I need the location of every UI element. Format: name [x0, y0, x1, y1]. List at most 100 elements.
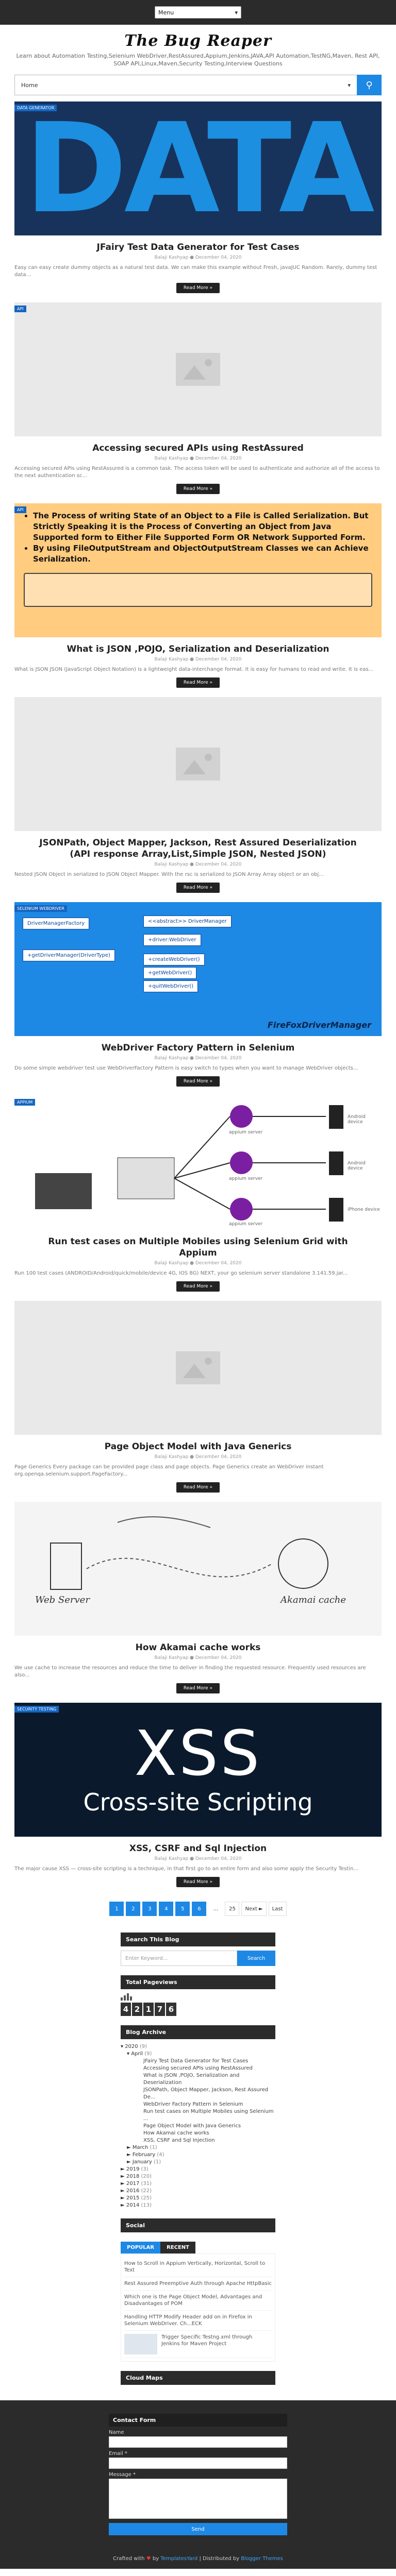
archive-item-label[interactable]: WebDriver Factory Pattern in Selenium [143, 2102, 243, 2107]
post-title[interactable]: Run test cases on Multiple Mobiles using… [35, 1236, 361, 1259]
page-link[interactable]: 6 [192, 1902, 207, 1916]
post-title[interactable]: Accessing secured APIs using RestAssured [35, 443, 361, 454]
site-logo[interactable]: The Bug Reaper [10, 32, 386, 50]
archive-item-label[interactable]: ► March [127, 2145, 148, 2150]
archive-item-label[interactable]: How Akamai cache works [143, 2130, 209, 2136]
archive-item[interactable]: ► 2017 (31) [121, 2180, 275, 2188]
popular-post-item[interactable]: Handling HTTP Modify Header add on in Fi… [124, 2311, 272, 2331]
archive-item-label[interactable]: ► 2017 [121, 2181, 139, 2187]
post-label[interactable]: API [14, 506, 26, 513]
archive-item-label[interactable]: Page Object Model with Java Generics [143, 2123, 241, 2129]
archive-item[interactable]: ► 2019 (3) [121, 2166, 275, 2173]
post-label[interactable]: API [14, 306, 26, 312]
archive-item-label[interactable]: ► 2019 [121, 2166, 139, 2172]
archive-item[interactable]: ► 2016 (22) [121, 2188, 275, 2195]
post-label[interactable]: APPIUM [14, 1099, 36, 1106]
archive-item-label[interactable]: Run test cases on Multiple Mobiles using… [143, 2109, 274, 2122]
popular-post-title[interactable]: How to Scroll in Appium Vertically, Hori… [124, 2260, 272, 2274]
post-thumbnail[interactable]: Web Server Akamai cache [14, 1502, 382, 1636]
search-button[interactable]: Search [237, 1951, 275, 1966]
archive-item-label[interactable]: Accessing secured APIs using RestAssured [143, 2065, 253, 2071]
popular-post-thumbnail[interactable] [124, 2334, 157, 2354]
page-link[interactable]: 4 [159, 1902, 174, 1916]
post-thumbnail[interactable] [14, 697, 382, 831]
post-title[interactable]: WebDriver Factory Pattern in Selenium [35, 1042, 361, 1054]
archive-item[interactable]: ► 2015 (25) [121, 2195, 275, 2202]
post-thumbnail[interactable]: APPIUM appium server appium server appiu… [14, 1096, 382, 1230]
distributor-link[interactable]: Blogger Themes [241, 2556, 283, 2562]
popular-post-title[interactable]: Rest Assured Preemptive Auth through Apa… [124, 2280, 272, 2287]
archive-item[interactable]: Page Object Model with Java Generics [121, 2123, 275, 2130]
tab-recent[interactable]: RECENT [160, 2242, 195, 2253]
archive-item[interactable]: Accessing secured APIs using RestAssured [121, 2065, 275, 2072]
archive-item[interactable]: ▾ April (9) [121, 2050, 275, 2058]
archive-item[interactable]: JSONPath, Object Mapper, Jackson, Rest A… [121, 2087, 275, 2101]
page-link[interactable]: 3 [142, 1902, 157, 1916]
post-title[interactable]: What is JSON ,POJO, Serialization and De… [35, 643, 361, 655]
archive-item[interactable]: Run test cases on Multiple Mobiles using… [121, 2108, 275, 2123]
page-link[interactable]: 1 [109, 1902, 124, 1916]
page-link[interactable]: 25 [225, 1902, 240, 1916]
archive-item-label[interactable]: ► February [127, 2152, 155, 2158]
page-link[interactable]: 2 [126, 1902, 141, 1916]
archive-item[interactable]: ► March (1) [121, 2144, 275, 2151]
post-thumbnail[interactable]: API The Process of writing State of an O… [14, 503, 382, 637]
read-more-button[interactable]: Read More » [176, 1877, 220, 1887]
tab-popular[interactable]: POPULAR [121, 2242, 161, 2253]
popular-post-item[interactable]: How to Scroll in Appium Vertically, Hori… [124, 2257, 272, 2277]
post-thumbnail[interactable]: DATA GENERATOR DATA [14, 101, 382, 235]
post-title[interactable]: How Akamai cache works [35, 1642, 361, 1653]
post-title[interactable]: JFairy Test Data Generator for Test Case… [35, 242, 361, 253]
popular-post-item[interactable]: Trigger Specific Testng.xml through Jenk… [124, 2331, 272, 2358]
archive-item[interactable]: What is JSON ,POJO, Serialization and De… [121, 2072, 275, 2087]
post-label[interactable]: DATA GENERATOR [14, 105, 57, 111]
send-button[interactable]: Send [109, 2523, 287, 2535]
archive-item-label[interactable]: ► 2014 [121, 2202, 139, 2208]
post-title[interactable]: JSONPath, Object Mapper, Jackson, Rest A… [35, 837, 361, 860]
post-title[interactable]: Page Object Model with Java Generics [35, 1441, 361, 1452]
post-thumbnail[interactable] [14, 1301, 382, 1435]
archive-item-label[interactable]: ▾ April [127, 2051, 143, 2057]
popular-post-title[interactable]: Which one is the Page Object Model, Adva… [124, 2294, 272, 2307]
author-link[interactable]: TemplatesYard [160, 2556, 197, 2562]
popular-post-title[interactable]: Trigger Specific Testng.xml through Jenk… [161, 2334, 272, 2354]
archive-item-label[interactable]: ► 2016 [121, 2188, 139, 2194]
read-more-button[interactable]: Read More » [176, 283, 220, 293]
archive-item-label[interactable]: JSONPath, Object Mapper, Jackson, Rest A… [143, 2087, 268, 2100]
read-more-button[interactable]: Read More » [176, 1683, 220, 1693]
popular-post-item[interactable]: Rest Assured Preemptive Auth through Apa… [124, 2277, 272, 2291]
archive-item[interactable]: WebDriver Factory Pattern in Selenium [121, 2101, 275, 2108]
post-thumbnail[interactable]: SECURITY TESTING XSS Cross-site Scriptin… [14, 1703, 382, 1837]
post-thumbnail[interactable]: SELENIUM WEBDRIVER DriverManagerFactory … [14, 902, 382, 1036]
archive-item-label[interactable]: ► 2018 [121, 2174, 139, 2179]
post-label[interactable]: SELENIUM WEBDRIVER [14, 905, 67, 912]
name-field[interactable] [109, 2436, 287, 2448]
archive-item-label[interactable]: ► January [127, 2159, 152, 2165]
post-title[interactable]: XSS, CSRF and Sql Injection [35, 1843, 361, 1854]
email-field[interactable] [109, 2458, 287, 2469]
archive-item[interactable]: JFairy Test Data Generator for Test Case… [121, 2058, 275, 2065]
read-more-button[interactable]: Read More » [176, 677, 220, 688]
archive-item[interactable]: ► 2018 (20) [121, 2173, 275, 2180]
read-more-button[interactable]: Read More » [176, 883, 220, 893]
nav-select[interactable]: Home ▾ [14, 75, 357, 95]
archive-item[interactable]: ► 2014 (13) [121, 2202, 275, 2209]
archive-item[interactable]: XSS, CSRF and Sql Injection [121, 2137, 275, 2144]
archive-item[interactable]: ▾ 2020 (9) [121, 2043, 275, 2050]
archive-item[interactable]: ► January (1) [121, 2159, 275, 2166]
message-field[interactable] [109, 2479, 287, 2519]
read-more-button[interactable]: Read More » [176, 484, 220, 494]
popular-post-item[interactable]: Which one is the Page Object Model, Adva… [124, 2291, 272, 2311]
archive-item-label[interactable]: JFairy Test Data Generator for Test Case… [143, 2058, 248, 2064]
read-more-button[interactable]: Read More » [176, 1482, 220, 1493]
last-page-button[interactable]: Last [268, 1902, 287, 1916]
search-input[interactable]: Enter Keyword... [121, 1951, 237, 1966]
menu-dropdown[interactable]: Menu ▾ [155, 6, 241, 19]
archive-item-label[interactable]: XSS, CSRF and Sql Injection [143, 2138, 215, 2143]
archive-item[interactable]: How Akamai cache works [121, 2130, 275, 2137]
read-more-button[interactable]: Read More » [176, 1076, 220, 1087]
page-link[interactable]: 5 [175, 1902, 190, 1916]
post-thumbnail[interactable]: API [14, 302, 382, 436]
read-more-button[interactable]: Read More » [176, 1281, 220, 1292]
archive-item-label[interactable]: ▾ 2020 [121, 2044, 138, 2049]
